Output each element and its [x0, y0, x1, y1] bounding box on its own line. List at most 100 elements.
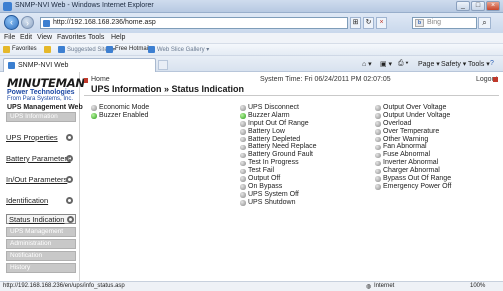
back-button[interactable]: ‹	[4, 15, 19, 30]
led-off-icon	[375, 168, 381, 175]
fav-free-hotmail[interactable]: Free Hotmail	[115, 46, 149, 52]
gear-icon[interactable]	[66, 197, 73, 204]
print-icon[interactable]: ⎙ ▾	[398, 60, 409, 68]
home-marker-icon	[84, 78, 88, 83]
safety-menu[interactable]: Safety ▾	[441, 60, 466, 68]
status-indicator: UPS Disconnect	[240, 104, 316, 112]
gear-icon[interactable]	[67, 216, 74, 223]
status-indicator: Inverter Abnormal	[375, 159, 451, 167]
tools-menu[interactable]: Tools ▾	[468, 60, 490, 68]
status-indicator: Over Temperature	[375, 128, 451, 136]
status-indicator-label: Overload	[383, 119, 412, 127]
close-button[interactable]: ×	[486, 1, 500, 11]
led-off-icon	[240, 105, 246, 111]
status-indicator-label: Battery Depleted	[248, 135, 301, 143]
logout-icon[interactable]	[493, 77, 498, 82]
logo-title: MINUTEMAN	[7, 76, 85, 90]
gear-icon[interactable]	[66, 155, 73, 162]
status-indicator: Test In Progress	[240, 159, 316, 167]
tab-page-icon	[8, 62, 15, 69]
indicator-column-2: UPS Disconnect Buzzer Alarm Input Out Of R…	[240, 104, 316, 207]
forward-button[interactable]: ›	[21, 16, 34, 29]
navigation-bar: ‹ › http://192.168.168.236/home.asp ⊞ ↻ …	[0, 13, 503, 33]
header-divider	[84, 95, 499, 96]
menu-edit[interactable]: Edit	[20, 34, 32, 41]
sidebar-notification[interactable]: Notification	[6, 251, 76, 261]
page-icon	[43, 20, 50, 27]
gear-icon[interactable]	[66, 176, 73, 183]
search-input[interactable]: b Bing	[412, 17, 477, 29]
new-tab-button[interactable]	[158, 60, 168, 70]
status-indicator-label: UPS System Off	[248, 190, 299, 198]
menu-tools[interactable]: Tools	[88, 34, 104, 41]
led-off-icon	[375, 105, 381, 111]
menu-help[interactable]: Help	[111, 34, 125, 41]
page-content: MINUTEMAN Power Technologies From Para S…	[0, 72, 503, 281]
sidebar-ups-information[interactable]: UPS Information	[6, 112, 76, 122]
led-off-icon	[240, 121, 246, 127]
address-bar[interactable]: http://192.168.168.236/home.asp	[40, 17, 348, 29]
status-indicator-label: Battery Ground Fault	[248, 151, 313, 159]
home-link[interactable]: Home	[91, 76, 110, 83]
status-indicator: Fan Abnormal	[375, 143, 451, 151]
led-off-icon	[240, 160, 246, 167]
status-url: http://192.168.168.236/en/ups/info_statu…	[3, 283, 125, 289]
led-off-icon	[375, 136, 381, 143]
sidebar-link-identification[interactable]: Identification	[6, 196, 48, 205]
sidebar-item-status-indication[interactable]: Status Indication	[6, 214, 76, 224]
tab-snmp-web[interactable]: SNMP-NVI Web	[3, 58, 156, 72]
sidebar-title: UPS Management Web	[7, 104, 83, 111]
favorites-bar: Favorites Suggested Sites ▾ Free Hotmail…	[0, 44, 503, 56]
sidebar-link-inout-parameters[interactable]: In/Out Parameters	[6, 175, 67, 184]
status-indicator: Battery Need Replace	[240, 143, 316, 151]
fav-web-slice-gallery[interactable]: Web Slice Gallery ▾	[157, 46, 209, 53]
zoom-level[interactable]: 100%	[470, 283, 485, 289]
compatibility-icon[interactable]: ⊞	[350, 17, 361, 29]
menu-file[interactable]: File	[4, 34, 15, 41]
search-icon[interactable]: ⌕	[478, 17, 491, 29]
status-indicator: On Bypass	[240, 183, 316, 191]
add-favorite-icon[interactable]	[44, 46, 51, 53]
status-indicator: UPS Shutdown	[240, 199, 316, 207]
sidebar-link-battery-parameters[interactable]: Battery Parameters	[6, 154, 71, 163]
address-text[interactable]: http://192.168.168.236/home.asp	[53, 19, 156, 26]
status-indicator-label: UPS Disconnect	[248, 104, 299, 111]
sidebar-link-ups-properties[interactable]: UPS Properties	[6, 133, 58, 142]
menu-view[interactable]: View	[37, 34, 52, 41]
status-indicator: Input Out Of Range	[240, 120, 316, 128]
refresh-icon[interactable]: ↻	[363, 17, 374, 29]
page-header: Home UPS Information » Status Indication…	[84, 76, 499, 103]
status-indicator: Battery Low	[240, 128, 316, 136]
status-indicator-label: Inverter Abnormal	[383, 159, 439, 167]
status-indicator: Battery Depleted	[240, 136, 316, 144]
page-menu[interactable]: Page ▾	[418, 60, 440, 68]
sidebar-ups-management[interactable]: UPS Management	[6, 227, 76, 237]
sidebar-administration[interactable]: Administration	[6, 239, 76, 249]
status-indicator: Buzzer Enabled	[91, 112, 149, 120]
gear-icon[interactable]	[66, 134, 73, 141]
led-off-icon	[240, 176, 246, 182]
status-indicator: Fuse Abnormal	[375, 151, 451, 159]
home-icon[interactable]: ⌂ ▾	[362, 60, 372, 68]
help-icon[interactable]: ?	[490, 60, 494, 67]
minimize-button[interactable]: _	[456, 1, 470, 11]
menu-favorites[interactable]: Favorites	[57, 34, 86, 41]
sidebar-history[interactable]: History	[6, 263, 76, 273]
led-off-icon	[375, 184, 381, 190]
led-on-icon	[240, 113, 246, 119]
status-indicator: Economic Mode	[91, 104, 149, 112]
status-indicator: Buzzer Alarm	[240, 112, 316, 120]
favorites-label[interactable]: Favorites	[12, 46, 37, 52]
stop-icon[interactable]: ×	[376, 17, 387, 29]
led-off-icon	[240, 129, 246, 135]
led-off-icon	[375, 144, 381, 151]
led-off-icon	[375, 160, 381, 167]
led-off-icon	[240, 192, 246, 198]
status-indicator-label: Buzzer Alarm	[248, 111, 290, 119]
status-indicator: Output Over Voltage	[375, 104, 451, 112]
feeds-icon[interactable]: ▣ ▾	[380, 60, 392, 68]
status-indicator-label: UPS Shutdown	[248, 198, 296, 206]
status-indicator: UPS System Off	[240, 191, 316, 199]
logo-tagline: From Para Systems, Inc.	[7, 96, 74, 102]
maximize-button[interactable]: □	[471, 1, 485, 11]
